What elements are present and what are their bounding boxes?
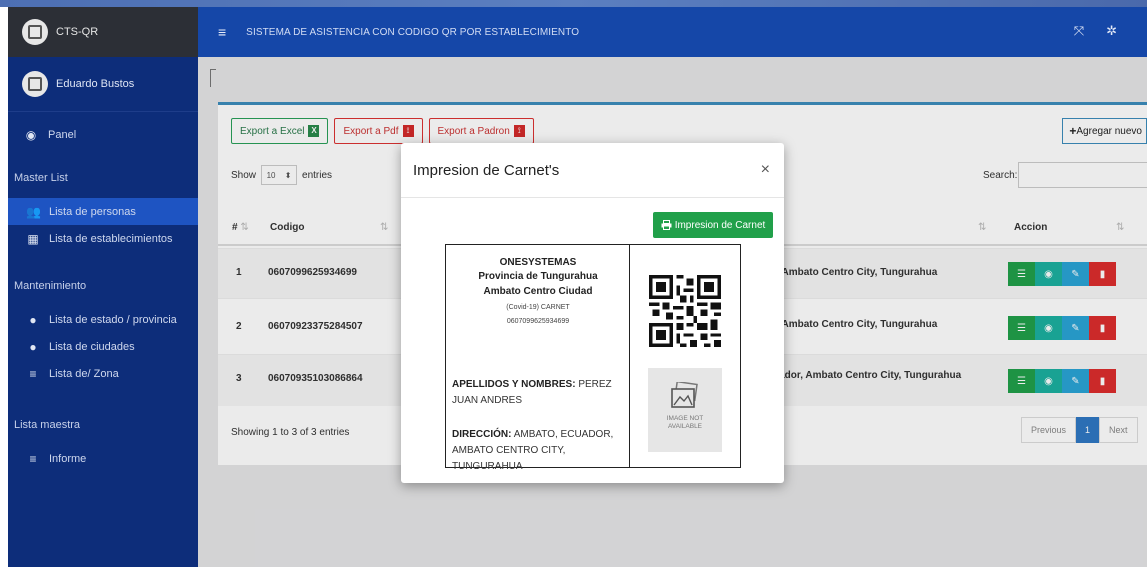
card-city: Ambato Centro Ciudad xyxy=(483,286,593,297)
sidebar-section-maestra: Lista maestra xyxy=(14,419,81,431)
card-names-label: APELLIDOS Y NOMBRES: xyxy=(452,379,576,390)
modal-header: Impresion de Carnet's xyxy=(401,143,784,198)
photo-text-line: IMAGE NOT xyxy=(666,415,704,422)
print-card-modal: Impresion de Carnet's × Impresion de Car… xyxy=(401,143,784,483)
sidebar-item-label: Lista de/ Zona xyxy=(49,367,119,380)
brand[interactable]: CTS-QR xyxy=(8,7,198,57)
sidebar-item-panel[interactable]: ◉ Panel xyxy=(8,118,198,152)
fullscreen-icon[interactable]: ⤧ xyxy=(1074,23,1084,39)
database-icon: ≡ xyxy=(29,366,37,381)
brand-logo-icon xyxy=(22,19,48,45)
modal-title: Impresion de Carnet's xyxy=(413,161,560,179)
gear-icon[interactable]: ✲ xyxy=(1106,23,1117,39)
header-title: SISTEMA DE ASISTENCIA CON CODIGO QR POR … xyxy=(246,26,580,38)
print-card-button[interactable]: Impresion de Carnet xyxy=(653,212,773,238)
qr-code xyxy=(649,275,721,347)
card-address: DIRECCIÓN: AMBATO, ECUADOR, AMBATO CENTR… xyxy=(452,427,628,475)
card-names: APELLIDOS Y NOMBRES: PEREZ JUAN ANDRES xyxy=(452,377,628,409)
sidebar-item-label: Lista de ciudades xyxy=(49,340,135,353)
map-marker-icon: ● xyxy=(29,312,37,327)
image-icon xyxy=(671,382,698,408)
id-card: ONESYSTEMAS Provincia de Tungurahua Amba… xyxy=(445,244,741,472)
printer-icon xyxy=(661,220,672,230)
card-org: ONESYSTEMAS xyxy=(499,257,577,268)
card-province: Provincia de Tungurahua xyxy=(478,271,598,282)
photo-placeholder: IMAGE NOT AVAILABLE xyxy=(648,368,722,452)
sidebar-section-mantenimiento: Mantenimiento xyxy=(14,280,87,292)
sidebar-item-lista-estado[interactable]: ● Lista de estado / provincia xyxy=(8,306,198,333)
user-name: Eduardo Bustos xyxy=(56,78,135,90)
sidebar-item-lista-zona[interactable]: ≡ Lista de/ Zona xyxy=(8,360,198,387)
photo-placeholder-text: IMAGE NOT AVAILABLE xyxy=(667,415,703,431)
sidebar-item-informe[interactable]: ≡ Informe xyxy=(8,445,198,472)
users-icon: 👥 xyxy=(26,204,41,219)
card-visuals: IMAGE NOT AVAILABLE xyxy=(630,245,740,467)
sidebar-item-lista-ciudades[interactable]: ● Lista de ciudades xyxy=(8,333,198,360)
map-marker-icon: ● xyxy=(29,339,37,354)
card-code: 0607099625934699 xyxy=(506,318,570,325)
sidebar-item-label: Informe xyxy=(49,452,87,465)
sidebar-item-label: Lista de establecimientos xyxy=(49,232,173,245)
user-panel[interactable]: Eduardo Bustos xyxy=(8,57,198,112)
button-label: Impresion de Carnet xyxy=(674,219,766,231)
dashboard-icon: ◉ xyxy=(25,128,37,142)
building-icon: ▦ xyxy=(27,231,39,246)
sidebar-item-label: Panel xyxy=(48,129,77,141)
sidebar-section-master: Master List xyxy=(14,172,68,184)
window-top-strip xyxy=(0,0,1147,7)
sidebar-item-lista-establecimientos[interactable]: ▦ Lista de establecimientos xyxy=(8,225,198,252)
sidebar-item-label: Lista de estado / provincia xyxy=(49,313,177,326)
card-info: ONESYSTEMAS Provincia de Tungurahua Amba… xyxy=(446,245,630,472)
card-address-label: DIRECCIÓN: xyxy=(452,429,512,440)
close-icon[interactable]: × xyxy=(761,161,770,179)
menu-toggle-icon[interactable]: ≡ xyxy=(218,24,226,40)
database-icon: ≡ xyxy=(29,451,37,466)
sidebar: CTS-QR Eduardo Bustos ◉ Panel Master Lis… xyxy=(8,7,198,567)
top-header: ≡ SISTEMA DE ASISTENCIA CON CODIGO QR PO… xyxy=(198,7,1147,57)
sidebar-item-lista-personas[interactable]: 👥 Lista de personas xyxy=(8,198,198,225)
photo-text-line: AVAILABLE xyxy=(667,423,703,430)
card-type: (Covid-19) CARNET xyxy=(506,304,570,311)
brand-title: CTS-QR xyxy=(56,26,99,38)
user-avatar xyxy=(22,71,48,97)
sidebar-item-label: Lista de personas xyxy=(49,205,136,218)
